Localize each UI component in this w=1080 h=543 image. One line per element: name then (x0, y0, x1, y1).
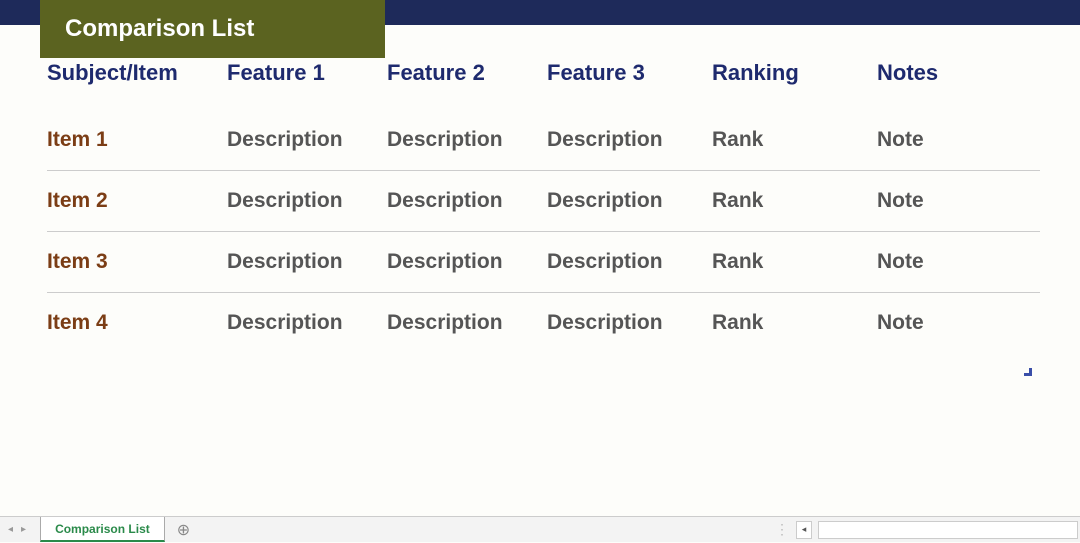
cell-note[interactable]: Note (877, 232, 1040, 293)
scroll-left-button[interactable]: ◂ (796, 521, 812, 539)
cell-feature2[interactable]: Description (387, 110, 547, 171)
col-header-subject[interactable]: Subject/Item (47, 52, 227, 110)
cell-feature1[interactable]: Description (227, 110, 387, 171)
cell-note[interactable]: Note (877, 110, 1040, 171)
table-row: Item 3 Description Description Descripti… (47, 232, 1040, 293)
table-row: Item 2 Description Description Descripti… (47, 171, 1040, 232)
cell-feature1[interactable]: Description (227, 232, 387, 293)
cell-feature2[interactable]: Description (387, 293, 547, 354)
comparison-table: Subject/Item Feature 1 Feature 2 Feature… (47, 52, 1040, 353)
cell-rank[interactable]: Rank (712, 293, 877, 354)
col-header-feature1[interactable]: Feature 1 (227, 52, 387, 110)
splitter-icon[interactable]: ⋮ (775, 521, 790, 538)
cell-item[interactable]: Item 1 (47, 110, 227, 171)
cell-feature3[interactable]: Description (547, 171, 712, 232)
cell-item[interactable]: Item 3 (47, 232, 227, 293)
add-sheet-button[interactable]: ⊕ (165, 517, 202, 542)
cell-item[interactable]: Item 2 (47, 171, 227, 232)
cell-note[interactable]: Note (877, 293, 1040, 354)
page-title: Comparison List (65, 15, 254, 43)
title-box: Comparison List (40, 0, 385, 58)
cell-item[interactable]: Item 4 (47, 293, 227, 354)
col-header-ranking[interactable]: Ranking (712, 52, 877, 110)
cell-rank[interactable]: Rank (712, 110, 877, 171)
table-resize-handle-icon[interactable] (1024, 368, 1032, 376)
col-header-feature2[interactable]: Feature 2 (387, 52, 547, 110)
chevron-left-icon: ◂ (802, 524, 807, 535)
sheet-tab-active[interactable]: Comparison List (40, 517, 165, 542)
horizontal-scrollbar[interactable] (818, 521, 1078, 539)
table-row: Item 4 Description Description Descripti… (47, 293, 1040, 354)
sheet-tab-label: Comparison List (55, 522, 150, 536)
col-header-feature3[interactable]: Feature 3 (547, 52, 712, 110)
worksheet-content: Subject/Item Feature 1 Feature 2 Feature… (0, 25, 1080, 353)
sheet-nav: ◂ ▸ (0, 517, 34, 542)
table-header-row: Subject/Item Feature 1 Feature 2 Feature… (47, 52, 1040, 110)
table-row: Item 1 Description Description Descripti… (47, 110, 1040, 171)
next-sheet-icon[interactable]: ▸ (21, 524, 26, 535)
cell-feature1[interactable]: Description (227, 293, 387, 354)
cell-feature3[interactable]: Description (547, 110, 712, 171)
cell-rank[interactable]: Rank (712, 171, 877, 232)
cell-feature2[interactable]: Description (387, 171, 547, 232)
plus-circle-icon: ⊕ (177, 520, 190, 540)
cell-feature3[interactable]: Description (547, 232, 712, 293)
cell-note[interactable]: Note (877, 171, 1040, 232)
cell-rank[interactable]: Rank (712, 232, 877, 293)
cell-feature2[interactable]: Description (387, 232, 547, 293)
cell-feature1[interactable]: Description (227, 171, 387, 232)
sheet-tab-bar: ◂ ▸ Comparison List ⊕ ⋮ ◂ (0, 516, 1080, 542)
col-header-notes[interactable]: Notes (877, 52, 1040, 110)
cell-feature3[interactable]: Description (547, 293, 712, 354)
prev-sheet-icon[interactable]: ◂ (8, 524, 13, 535)
horizontal-scroll-area: ⋮ ◂ (775, 517, 1080, 542)
